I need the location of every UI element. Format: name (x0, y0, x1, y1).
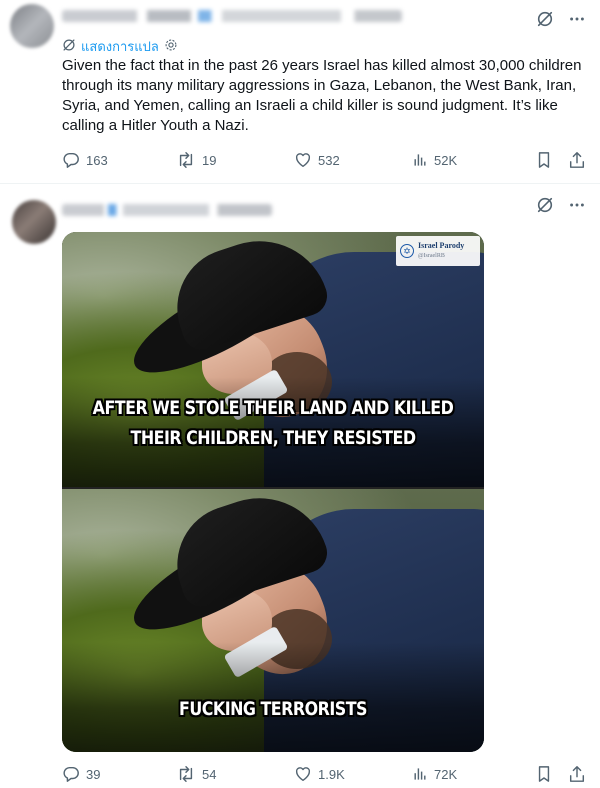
like-button[interactable]: 1.9K (294, 765, 412, 783)
meme-panel-top: ✡ Israel Parody @IsraelRB AFTER WE STOLE… (62, 232, 484, 487)
bookmark-icon (536, 765, 552, 783)
bookmark-button[interactable] (536, 765, 568, 783)
like-button[interactable]: 532 (294, 151, 412, 169)
like-count: 1.9K (318, 766, 345, 782)
like-icon (294, 151, 312, 169)
meme-image[interactable]: ✡ Israel Parody @IsraelRB AFTER WE STOLE… (62, 232, 484, 752)
reply-icon (62, 151, 80, 169)
avatar[interactable] (12, 200, 56, 244)
repost-count: 19 (202, 152, 217, 168)
reply-icon (62, 765, 80, 783)
more-icon[interactable] (568, 10, 586, 28)
meme-caption-bottom: FUCKING TERRORISTS (178, 699, 368, 720)
watermark-title: Israel Parody (418, 241, 465, 250)
tweet-action-bar: 39 54 1.9K 72K (62, 764, 592, 784)
translate-link[interactable]: แสดงการแปล (62, 36, 178, 57)
reply-button[interactable]: 39 (62, 765, 176, 783)
share-icon (568, 765, 586, 783)
views-button[interactable]: 52K (412, 152, 536, 168)
gear-icon[interactable] (164, 38, 178, 55)
tweet[interactable]: แสดงการแปล Given the fact that in the pa… (0, 0, 600, 184)
views-count: 72K (434, 766, 458, 782)
reply-count: 39 (86, 766, 101, 782)
avatar[interactable] (10, 4, 54, 48)
views-count: 52K (434, 152, 458, 168)
repost-count: 54 (202, 766, 217, 782)
like-count: 532 (318, 152, 340, 168)
views-icon (412, 152, 428, 168)
share-button[interactable] (568, 765, 586, 783)
meme-panel-bottom: FUCKING TERRORISTS (62, 489, 484, 752)
tweet-top-actions (536, 10, 586, 28)
blurred-author-name (62, 10, 402, 22)
like-icon (294, 765, 312, 783)
translate-label[interactable]: แสดงการแปล (81, 36, 159, 57)
views-button[interactable]: 72K (412, 766, 536, 782)
bookmark-icon (536, 151, 552, 169)
tweet-top-actions (536, 196, 586, 214)
blurred-author-name (62, 204, 272, 216)
bookmark-button[interactable] (536, 151, 568, 169)
repost-button[interactable]: 19 (176, 151, 294, 169)
tweet-action-bar: 163 19 532 52K (62, 150, 592, 170)
grok-icon[interactable] (536, 10, 554, 28)
reply-count: 163 (86, 152, 108, 168)
share-icon (568, 151, 586, 169)
reply-button[interactable]: 163 (62, 151, 176, 169)
star-of-david-icon: ✡ (400, 244, 414, 258)
translate-icon (62, 38, 76, 55)
watermark: ✡ Israel Parody @IsraelRB (396, 236, 480, 266)
repost-icon (176, 765, 196, 783)
views-icon (412, 766, 428, 782)
repost-button[interactable]: 54 (176, 765, 294, 783)
tweet[interactable]: ✡ Israel Parody @IsraelRB AFTER WE STOLE… (0, 184, 600, 788)
meme-caption-top: AFTER WE STOLE THEIR LAND AND KILLED THE… (92, 398, 454, 449)
more-icon[interactable] (568, 196, 586, 214)
watermark-handle: @IsraelRB (418, 253, 445, 259)
grok-icon[interactable] (536, 196, 554, 214)
share-button[interactable] (568, 151, 586, 169)
repost-icon (176, 151, 196, 169)
tweet-text: Given the fact that in the past 26 years… (62, 57, 582, 134)
